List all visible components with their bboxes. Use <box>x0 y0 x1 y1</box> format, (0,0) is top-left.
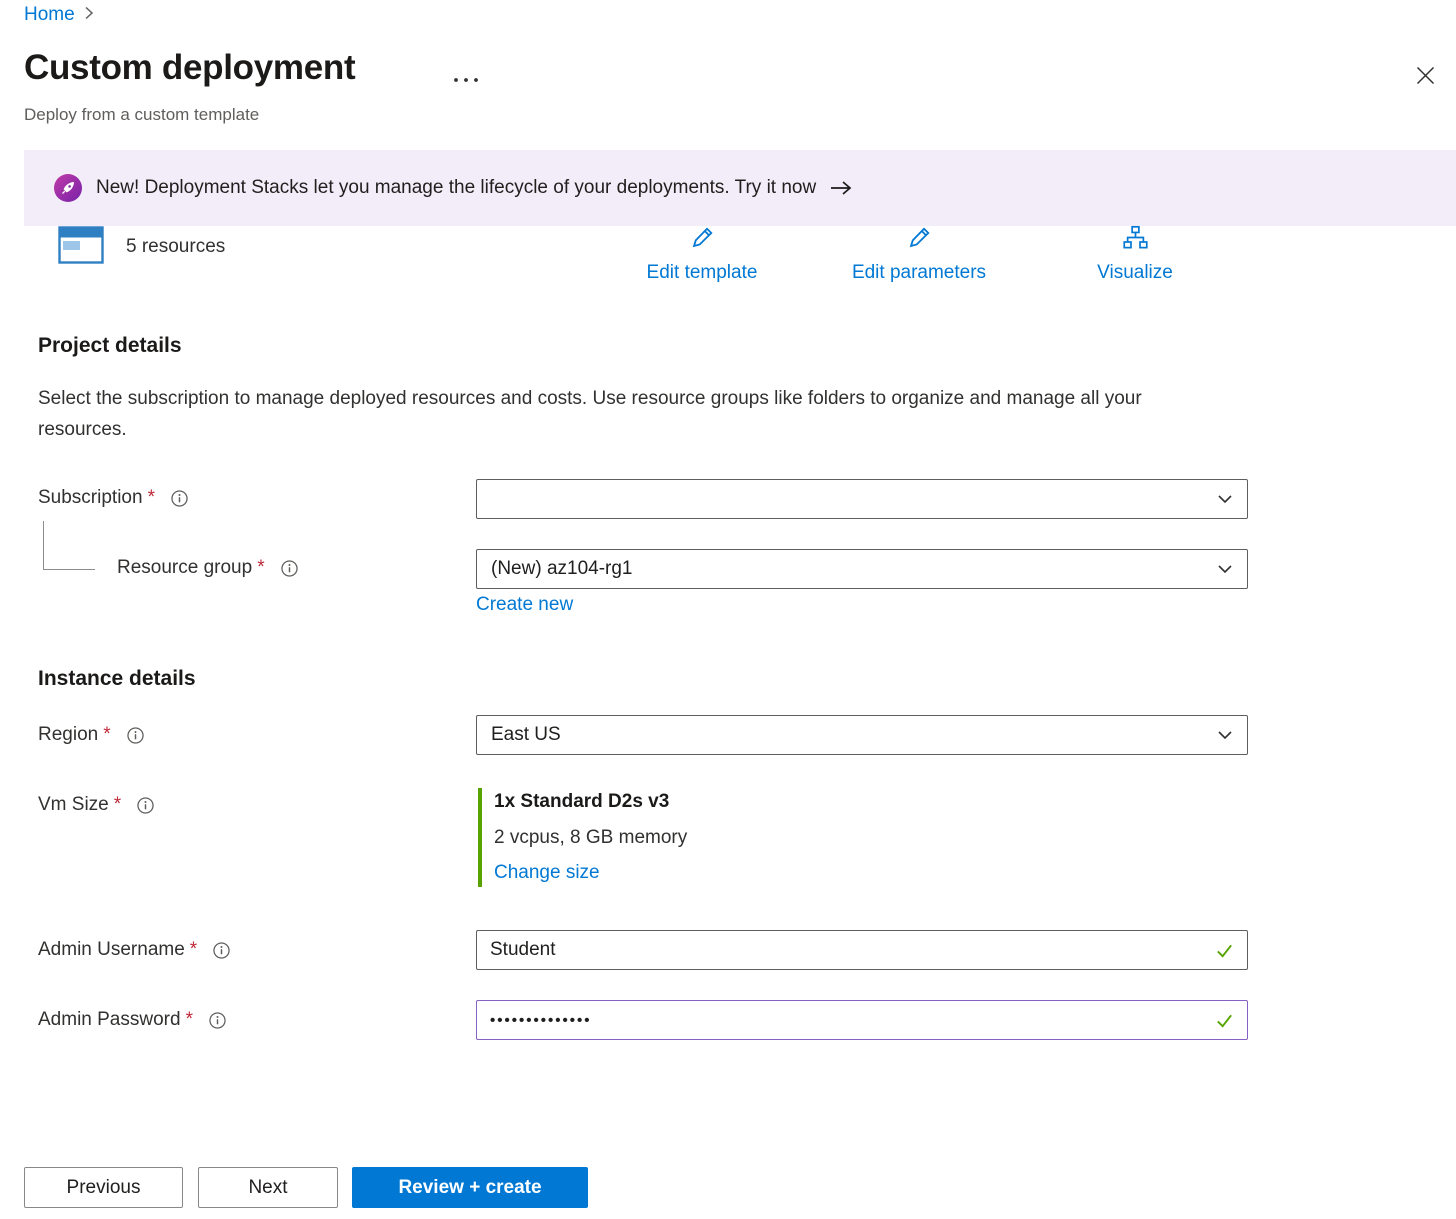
admin-username-field <box>476 930 1248 970</box>
admin-password-input[interactable] <box>476 1000 1248 1040</box>
project-details-description: Select the subscription to manage deploy… <box>38 383 1193 445</box>
region-label-text: Region <box>38 724 98 746</box>
visualize-label: Visualize <box>1097 262 1173 284</box>
region-value: East US <box>491 724 561 746</box>
edit-template-button[interactable]: Edit template <box>617 224 787 284</box>
admin-password-label: Admin Password * <box>38 1009 226 1031</box>
previous-button[interactable]: Previous <box>24 1167 183 1208</box>
region-select[interactable]: East US <box>476 715 1248 755</box>
resource-group-select[interactable]: (New) az104-rg1 <box>476 549 1248 589</box>
close-icon[interactable] <box>1416 66 1435 90</box>
template-summary: 5 resources <box>58 226 225 268</box>
instance-details-heading: Instance details <box>38 667 196 691</box>
valid-check-icon <box>1215 941 1234 965</box>
info-icon[interactable] <box>127 727 144 744</box>
info-icon[interactable] <box>209 1012 226 1029</box>
required-asterisk: * <box>190 939 197 961</box>
resource-group-value: (New) az104-rg1 <box>491 558 633 580</box>
page-subtitle: Deploy from a custom template <box>24 105 259 125</box>
info-icon[interactable] <box>281 560 298 577</box>
chevron-down-icon <box>1217 561 1233 577</box>
admin-username-label: Admin Username * <box>38 939 230 961</box>
change-size-link[interactable]: Change size <box>494 861 687 885</box>
rocket-icon <box>54 174 82 202</box>
chevron-down-icon <box>1217 727 1233 743</box>
region-label: Region * <box>38 724 144 746</box>
subscription-select[interactable] <box>476 479 1248 519</box>
required-asterisk: * <box>148 487 155 509</box>
breadcrumb-chevron-icon <box>84 4 94 26</box>
required-asterisk: * <box>257 557 264 579</box>
page-title: Custom deployment <box>24 48 355 88</box>
admin-username-input[interactable] <box>476 930 1248 970</box>
edit-template-label: Edit template <box>647 262 758 284</box>
template-icon <box>58 226 104 269</box>
chevron-down-icon <box>1217 491 1233 507</box>
tree-connector <box>43 521 95 570</box>
admin-password-field <box>476 1000 1248 1040</box>
admin-username-label-text: Admin Username <box>38 939 185 961</box>
info-icon[interactable] <box>137 797 154 814</box>
vm-size-summary: 1x Standard D2s v3 2 vcpus, 8 GB memory … <box>478 788 687 887</box>
edit-parameters-button[interactable]: Edit parameters <box>834 224 1004 284</box>
pencil-icon <box>906 224 933 257</box>
required-asterisk: * <box>103 724 110 746</box>
subscription-label-text: Subscription <box>38 487 143 509</box>
breadcrumb: Home <box>24 4 94 26</box>
breadcrumb-home-link[interactable]: Home <box>24 4 75 26</box>
visualize-button[interactable]: Visualize <box>1050 224 1220 284</box>
admin-password-label-text: Admin Password <box>38 1009 181 1031</box>
pencil-icon <box>689 224 716 257</box>
info-icon[interactable] <box>213 942 230 959</box>
review-create-button[interactable]: Review + create <box>352 1167 588 1208</box>
required-asterisk: * <box>114 794 121 816</box>
vm-size-label: Vm Size * <box>38 794 154 816</box>
vm-size-selected: 1x Standard D2s v3 <box>494 790 687 814</box>
required-asterisk: * <box>186 1009 193 1031</box>
project-details-heading: Project details <box>38 334 182 358</box>
subscription-label: Subscription * <box>38 487 188 509</box>
edit-parameters-label: Edit parameters <box>852 262 986 284</box>
resource-group-label: Resource group * <box>117 557 298 579</box>
vm-size-specs: 2 vcpus, 8 GB memory <box>494 826 687 850</box>
info-icon[interactable] <box>171 490 188 507</box>
valid-check-icon <box>1215 1011 1234 1035</box>
arrow-right-icon <box>830 180 852 196</box>
next-button[interactable]: Next <box>198 1167 338 1208</box>
banner-text: New! Deployment Stacks let you manage th… <box>96 177 816 199</box>
resources-count: 5 resources <box>126 236 225 258</box>
more-options-icon[interactable] <box>452 70 480 88</box>
vm-size-label-text: Vm Size <box>38 794 109 816</box>
sitemap-icon <box>1122 224 1149 257</box>
announcement-banner[interactable]: New! Deployment Stacks let you manage th… <box>24 150 1456 226</box>
create-new-link[interactable]: Create new <box>476 594 573 616</box>
resource-group-label-text: Resource group <box>117 557 252 579</box>
